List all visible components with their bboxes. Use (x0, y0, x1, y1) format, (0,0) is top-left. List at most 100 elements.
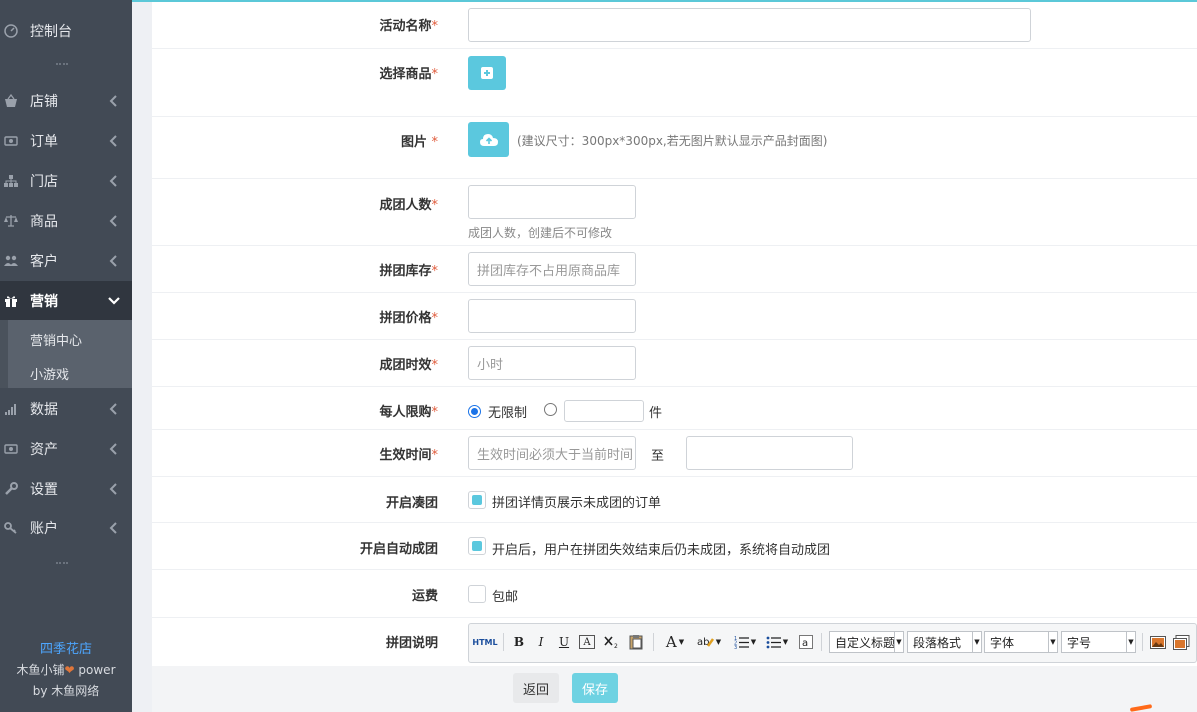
unlimited-label: 无限制 (488, 406, 528, 421)
divider (56, 562, 68, 564)
html-source-button[interactable]: HTML (472, 632, 497, 652)
submenu-item-mini-games[interactable]: 小游戏 (30, 364, 69, 383)
submenu-item-marketing-center[interactable]: 营销中心 (30, 330, 82, 349)
free-shipping-checkbox[interactable] (468, 585, 486, 603)
group-stock-input[interactable]: 拼团库存不占用原商品库 (468, 252, 636, 286)
end-time-input[interactable] (686, 436, 853, 470)
font-size-select[interactable]: 字号 ▼ (1061, 631, 1136, 653)
ordered-list-icon[interactable]: 1 2 3 ▼ (731, 632, 759, 652)
group-size-input[interactable] (468, 185, 636, 219)
activity-name-input[interactable] (468, 8, 1031, 42)
bold-button[interactable]: B (511, 632, 527, 652)
start-time-input[interactable]: 生效时间必须大于当前时间 (468, 436, 636, 470)
sidebar-item-customers[interactable]: 客户 (0, 241, 132, 281)
shop-name-link[interactable]: 四季花店 (0, 638, 132, 657)
field-label: 图片 * (400, 135, 438, 150)
row-select-product: 选择商品* (152, 49, 1197, 117)
heading-select[interactable]: 自定义标题 ▼ (829, 631, 904, 653)
chevron-left-icon (108, 402, 120, 416)
basket-icon (4, 94, 18, 108)
auto-group-text: 开启后，用户在拼团失效结束后仍未成团，系统将自动成团 (492, 543, 831, 558)
row-open-join: 开启凑团 拼团详情页展示未成团的订单 (152, 477, 1197, 523)
image-size-hint: (建议尺寸：300px*300px,若无图片默认显示产品封面图) (517, 134, 828, 148)
rich-text-editor[interactable]: HTML B I U A 2 A ▼ ab ▼ 1 2 3 ▼ ▼ a 自定义标题 ▼ 段落… (468, 623, 1197, 663)
chevron-left-icon (108, 521, 120, 535)
scale-icon (4, 214, 18, 228)
add-product-button[interactable] (468, 56, 506, 90)
subscript-icon[interactable]: 2 (603, 632, 621, 652)
image-icon[interactable] (1149, 632, 1167, 652)
group-duration-input[interactable]: 小时 (468, 346, 636, 380)
limited-radio[interactable] (544, 403, 557, 416)
company-link[interactable]: 木鱼网络 (51, 684, 99, 698)
power-line: 木鱼小铺❤ power (0, 661, 132, 678)
row-group-size: 成团人数* 成团人数，创建后不可修改 (152, 179, 1197, 246)
field-label: 开启自动成团 (359, 542, 438, 557)
sidebar-item-shop[interactable]: 店铺 (0, 81, 132, 121)
anchor-icon[interactable]: a (798, 632, 814, 652)
chevron-down-icon: ▼ (1048, 632, 1057, 652)
multi-image-icon[interactable] (1172, 632, 1190, 652)
to-separator: 至 (651, 449, 665, 464)
paste-plain-icon[interactable] (627, 632, 645, 652)
group-price-input[interactable] (468, 299, 636, 333)
row-group-duration: 成团时效* 小时 (152, 340, 1197, 387)
sidebar-item-label: 店铺 (30, 94, 58, 110)
sidebar-item-label: 商品 (30, 214, 58, 230)
sidebar-item-label: 设置 (30, 482, 58, 498)
sidebar-item-marketing[interactable]: 营销 (0, 281, 132, 321)
open-join-checkbox[interactable] (468, 491, 486, 509)
field-label: 每人限购* (379, 405, 438, 420)
sidebar-item-products[interactable]: 商品 (0, 201, 132, 241)
upload-image-button[interactable] (468, 122, 509, 157)
font-family-select[interactable]: 字体 ▼ (984, 631, 1058, 653)
chevron-left-icon (108, 254, 120, 268)
row-group-stock: 拼团库存* 拼团库存不占用原商品库 (152, 246, 1197, 293)
svg-text:a: a (802, 638, 808, 649)
heart-icon: ❤ (64, 663, 75, 677)
chevron-left-icon (108, 174, 120, 188)
underline-button[interactable]: U (556, 632, 572, 652)
open-join-text: 拼团详情页展示未成团的订单 (492, 496, 662, 511)
free-shipping-text: 包邮 (492, 590, 519, 605)
field-label: 选择商品* (379, 67, 438, 82)
unit-label: 件 (649, 406, 663, 421)
font-border-button[interactable]: A (579, 635, 595, 649)
row-effective-time: 生效时间* 生效时间必须大于当前时间 至 (152, 430, 1197, 477)
by-prefix: by (32, 684, 48, 698)
description-label: 拼团说明 (385, 636, 438, 651)
italic-button[interactable]: I (533, 632, 549, 652)
sidebar-item-orders[interactable]: 订单 (0, 121, 132, 161)
sidebar-item-stores[interactable]: 门店 (0, 161, 132, 201)
field-label: 成团时效* (379, 358, 438, 373)
sidebar-item-label: 客户 (30, 254, 58, 270)
unordered-list-icon[interactable]: ▼ (763, 632, 791, 652)
power-suffix: power (78, 663, 116, 677)
sidebar-item-settings[interactable]: 设置 (0, 469, 132, 509)
chevron-down-icon: ▼ (894, 632, 903, 652)
chevron-left-icon (108, 134, 120, 148)
sidebar-item-dashboard[interactable]: 控制台 (0, 11, 132, 51)
row-purchase-limit: 每人限购* 无限制 件 (152, 387, 1197, 430)
toolbar-separator (821, 633, 822, 651)
save-button[interactable]: 保存 (572, 673, 618, 703)
bar-chart-icon (4, 402, 18, 416)
back-button[interactable]: 返回 (513, 673, 559, 703)
highlight-color-icon[interactable]: ab ▼ (695, 632, 723, 652)
auto-group-checkbox[interactable] (468, 537, 486, 555)
svg-text:2: 2 (614, 643, 618, 649)
field-label: 生效时间* (379, 448, 438, 463)
paragraph-format-select[interactable]: 段落格式 ▼ (907, 631, 982, 653)
row-auto-group: 开启自动成团 开启后，用户在拼团失效结束后仍未成团，系统将自动成团 (152, 523, 1197, 570)
field-label: 成团人数* (379, 198, 438, 213)
font-color-icon[interactable]: A ▼ (663, 632, 687, 652)
sidebar-item-data[interactable]: 数据 (0, 389, 132, 429)
unlimited-radio[interactable] (468, 405, 481, 418)
sidebar-item-account[interactable]: 账户 (0, 508, 132, 548)
field-label: 运费 (411, 589, 438, 604)
chevron-left-icon (108, 214, 120, 228)
limit-quantity-input[interactable] (564, 400, 644, 422)
sidebar-item-label: 门店 (30, 174, 58, 190)
sidebar-item-assets[interactable]: 资产 (0, 429, 132, 469)
sidebar-item-label: 订单 (30, 134, 58, 150)
